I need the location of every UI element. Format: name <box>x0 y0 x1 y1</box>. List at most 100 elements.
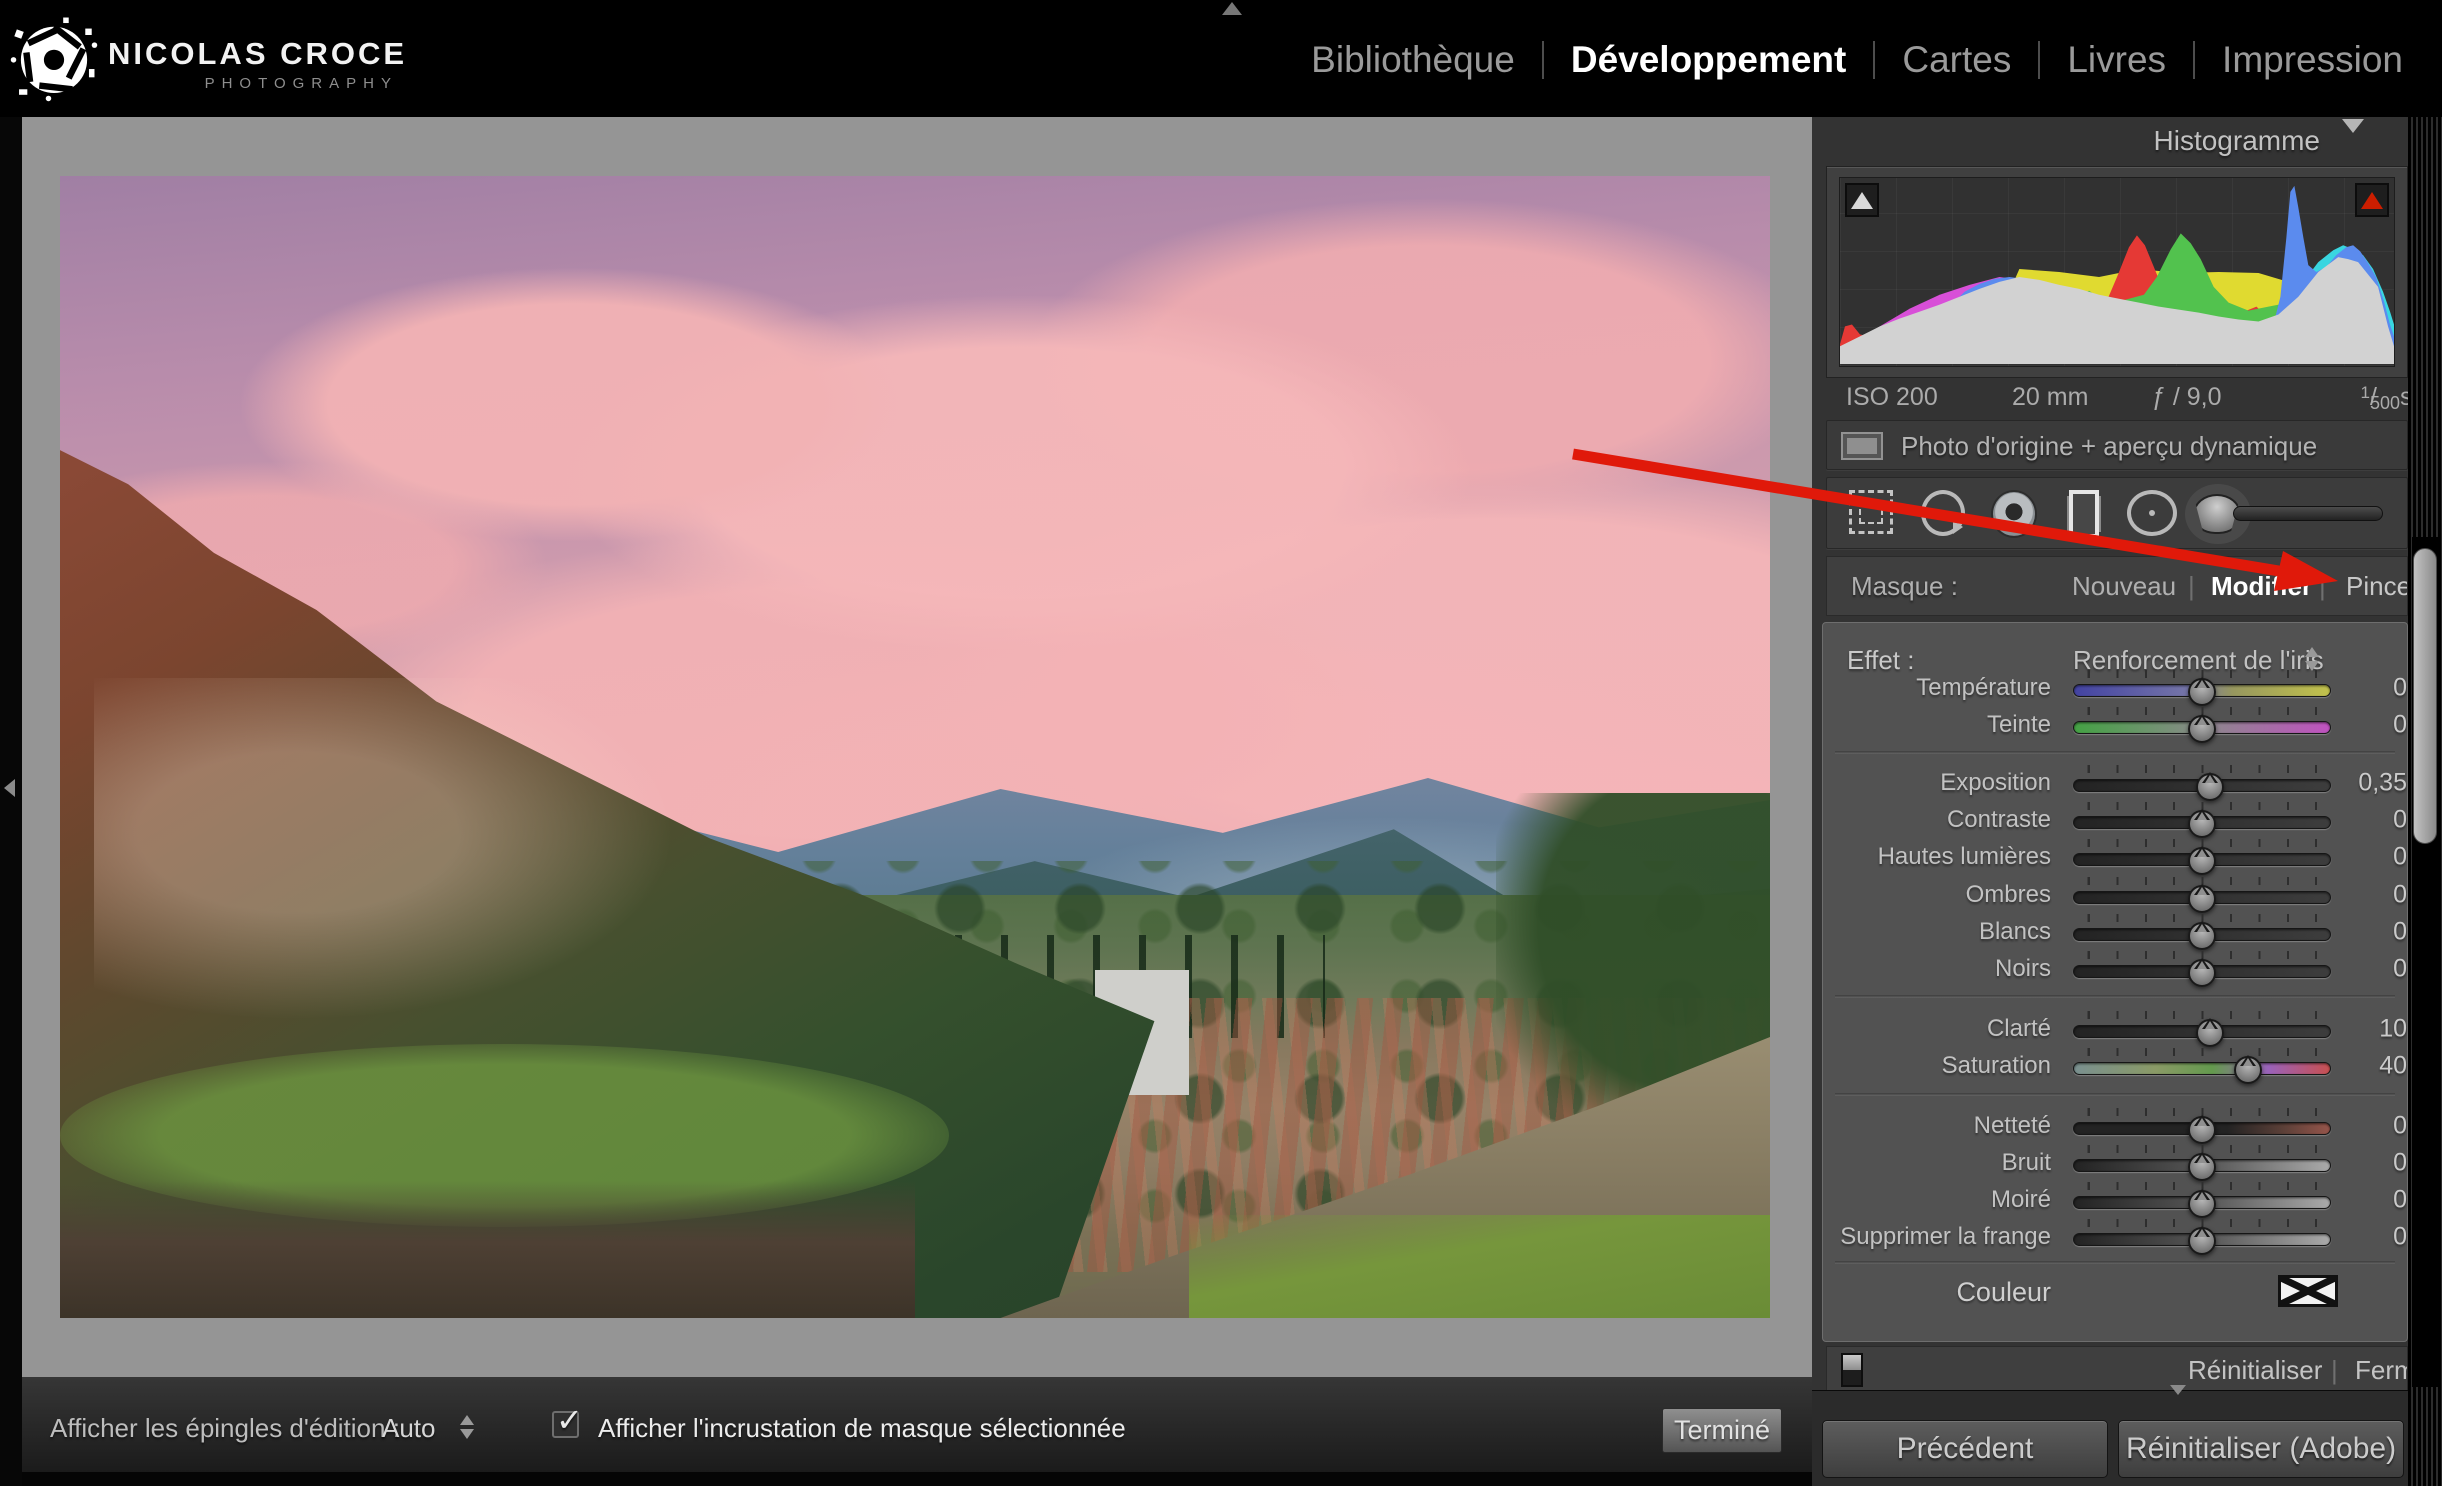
graduated-filter-tool-icon[interactable] <box>2069 490 2099 538</box>
highlight-clipping-indicator[interactable] <box>2355 183 2389 217</box>
slider-label: Hautes lumières <box>1878 843 2051 871</box>
photo-canvas[interactable] <box>60 176 1770 1318</box>
brush-handle-icon <box>2233 506 2383 521</box>
slider-label: Teinte <box>1987 711 2051 739</box>
nav-bibliotheque[interactable]: Bibliothèque <box>1284 39 1542 81</box>
contrast-slider[interactable] <box>2073 816 2331 829</box>
exif-iso: ISO 200 <box>1846 383 1938 412</box>
panel-onoff-toggle[interactable] <box>1841 1353 1863 1387</box>
slider-knob[interactable] <box>2188 1116 2216 1144</box>
histogram-header[interactable]: Histogramme <box>1812 117 2408 165</box>
panel-footer: Réinitialiser | Fermer <box>1826 1346 2408 1392</box>
previous-button[interactable]: Précédent <box>1822 1420 2108 1478</box>
bottom-panel-collapse-arrow[interactable] <box>2170 1395 2186 1413</box>
exif-aperture: ƒ / 9,0 <box>2152 383 2222 412</box>
mask-edit-button[interactable]: Modifier <box>2211 571 2312 602</box>
edit-pins-dropdown[interactable]: Auto <box>382 1413 436 1444</box>
color-swatch[interactable] <box>2278 1275 2338 1307</box>
whites-slider[interactable] <box>2073 928 2331 941</box>
panel-close-button[interactable]: Fermer <box>2355 1355 2408 1386</box>
panel-reset-button[interactable]: Réinitialiser <box>2188 1355 2322 1386</box>
red-eye-tool-icon[interactable] <box>1991 490 2037 538</box>
slider-knob[interactable] <box>2188 959 2216 987</box>
group-separator <box>1835 1261 2395 1264</box>
photo-lens-flare <box>94 678 675 1021</box>
slider-knob[interactable] <box>2188 1190 2216 1218</box>
effect-preset-stepper-icon[interactable] <box>2305 647 2319 671</box>
left-panel-collapse-arrow[interactable] <box>4 779 15 797</box>
saturation-slider[interactable] <box>2073 1062 2331 1075</box>
defringe-slider[interactable] <box>2073 1233 2331 1246</box>
shadow-clipping-indicator[interactable] <box>1845 183 1879 217</box>
moire-slider[interactable] <box>2073 1196 2331 1209</box>
adjustment-brush-panel: Effet : Renforcement de l'iris Températu… <box>1822 622 2408 1342</box>
spot-removal-tool-icon[interactable] <box>1921 490 1965 536</box>
nav-impression[interactable]: Impression <box>2195 39 2430 81</box>
blacks-slider[interactable] <box>2073 965 2331 978</box>
slider-knob[interactable] <box>2188 885 2216 913</box>
nav-cartes[interactable]: Cartes <box>1875 39 2038 81</box>
slider-row: Contraste 0 <box>1823 801 2407 838</box>
panel-buttons-bar: Précédent Réinitialiser (Adobe) <box>1812 1390 2442 1486</box>
slider-knob[interactable] <box>2188 1227 2216 1255</box>
adjustment-brush-tool-icon[interactable] <box>2193 490 2393 538</box>
left-panel-strip[interactable] <box>0 117 22 1486</box>
tint-slider[interactable] <box>2073 721 2331 734</box>
right-panel: Histogramme ISO 200 20 mm <box>1812 117 2442 1486</box>
temperature-slider[interactable] <box>2073 684 2331 697</box>
group-separator <box>1835 995 2395 998</box>
done-button[interactable]: Terminé <box>1662 1408 1782 1453</box>
panel-edge-grip[interactable] <box>2408 117 2442 1486</box>
slider-value: 0 <box>2317 1185 2407 1214</box>
exposure-slider[interactable] <box>2073 779 2331 792</box>
mask-separator: | <box>2319 571 2326 602</box>
top-panel-collapse-arrow[interactable] <box>1222 2 1242 15</box>
slider-label: Température <box>1916 674 2051 702</box>
slider-knob[interactable] <box>2188 1153 2216 1181</box>
group-separator <box>1835 751 2395 754</box>
slider-value: 0 <box>2317 842 2407 871</box>
mask-overlay-checkbox[interactable]: ✓ <box>552 1411 579 1438</box>
mask-new-button[interactable]: Nouveau <box>2072 571 2176 602</box>
slider-label: Contraste <box>1947 806 2051 834</box>
mask-brush-button[interactable]: Pinceau <box>2346 571 2408 602</box>
bottom-toolbar: Afficher les épingles d'édition : Auto ✓… <box>22 1377 1812 1472</box>
slider-label: Clarté <box>1987 1015 2051 1043</box>
shadows-slider[interactable] <box>2073 891 2331 904</box>
edit-pins-stepper-icon[interactable] <box>460 1415 474 1439</box>
slider-label: Saturation <box>1942 1052 2051 1080</box>
original-photo-row[interactable]: Photo d'origine + aperçu dynamique <box>1826 420 2408 470</box>
slider-label: Blancs <box>1979 918 2051 946</box>
clarity-slider[interactable] <box>2073 1025 2331 1038</box>
noise-slider[interactable] <box>2073 1159 2331 1172</box>
slider-label: Supprimer la frange <box>1840 1223 2051 1251</box>
slider-knob[interactable] <box>2188 922 2216 950</box>
checkmark-icon: ✓ <box>556 1401 583 1439</box>
histogram-plot[interactable] <box>1839 177 2395 367</box>
highlights-slider[interactable] <box>2073 853 2331 866</box>
slider-knob[interactable] <box>2196 773 2224 801</box>
slider-label: Exposition <box>1940 769 2051 797</box>
exif-focal-length: 20 mm <box>2012 383 2088 412</box>
slider-knob[interactable] <box>2196 1019 2224 1047</box>
logo-aperture-icon <box>8 12 100 104</box>
slider-row: Teinte 0 <box>1823 706 2407 743</box>
crop-overlay-tool-icon[interactable] <box>1849 490 1893 534</box>
no-color-x-icon <box>2281 1278 2335 1304</box>
radial-filter-tool-icon[interactable] <box>2127 490 2177 536</box>
histogram-disclosure-icon[interactable] <box>2342 133 2364 151</box>
slider-knob[interactable] <box>2188 715 2216 743</box>
slider-knob[interactable] <box>2234 1056 2262 1084</box>
histogram-title: Histogramme <box>2154 125 2320 157</box>
work-area <box>22 117 1812 1377</box>
smart-preview-icon <box>1841 432 1883 460</box>
panel-scrollbar-thumb[interactable] <box>2413 548 2437 844</box>
reset-adobe-button[interactable]: Réinitialiser (Adobe) <box>2118 1420 2404 1478</box>
sharpness-slider[interactable] <box>2073 1122 2331 1135</box>
nav-developpement[interactable]: Développement <box>1544 39 1874 81</box>
slider-knob[interactable] <box>2188 810 2216 838</box>
slider-knob[interactable] <box>2188 678 2216 706</box>
slider-value: 0 <box>2317 1222 2407 1251</box>
nav-livres[interactable]: Livres <box>2040 39 2193 81</box>
slider-knob[interactable] <box>2188 847 2216 875</box>
